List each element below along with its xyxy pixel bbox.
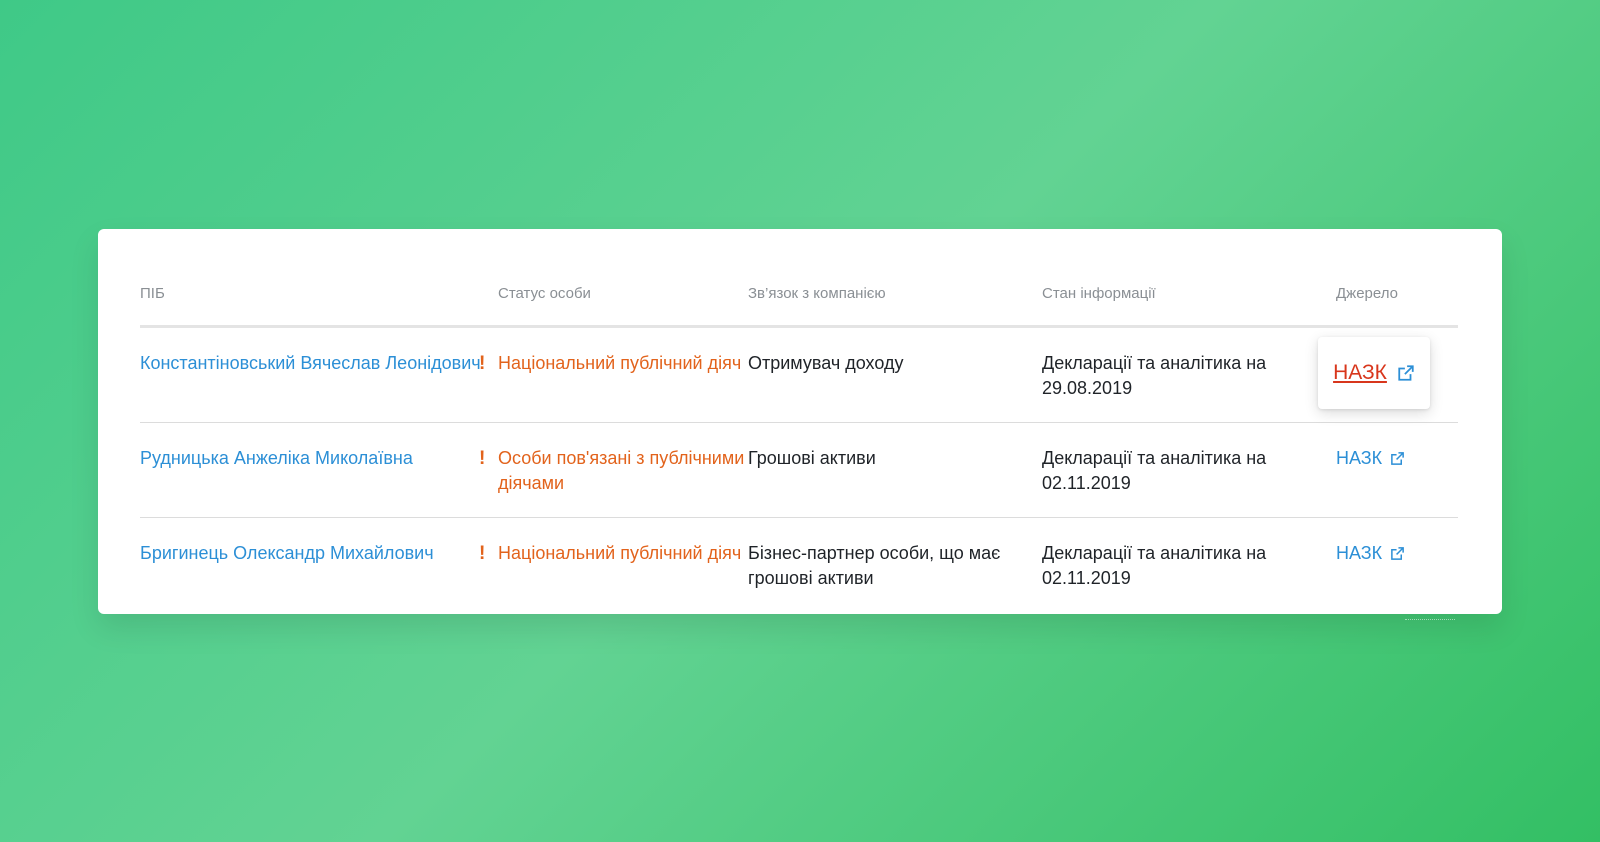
- person-name-link[interactable]: Бригинець Олександр Михайлович: [140, 543, 434, 563]
- relation-text: Грошові активи: [748, 448, 876, 468]
- source-label: НАЗК: [1333, 361, 1387, 384]
- header-relation: Зв’язок з компанією: [748, 285, 886, 302]
- state-text: Декларації та аналітика на 02.11.2019: [1042, 448, 1267, 493]
- status-text: Національний публічний діяч: [498, 353, 742, 373]
- exclamation-icon: !: [479, 448, 486, 469]
- state-text: Декларації та аналітика на 29.08.2019: [1042, 353, 1267, 398]
- status-label: ! Особи пов'язані з публічними діячами: [479, 446, 748, 496]
- source-label: НАЗК: [1336, 448, 1383, 468]
- header-name: ПІБ: [140, 285, 165, 302]
- external-link-icon: [1391, 452, 1405, 465]
- exclamation-icon: !: [479, 353, 486, 374]
- header-status: Статус особи: [498, 285, 591, 302]
- status-text: Особи пов'язані з публічними діячами: [498, 448, 745, 493]
- officials-table: ПІБ Статус особи Зв’язок з компанією Ста…: [140, 269, 1458, 612]
- source-link[interactable]: НАЗК: [1336, 541, 1405, 566]
- header-state: Стан інформації: [1042, 285, 1156, 302]
- state-text: Декларації та аналітика на 02.11.2019: [1042, 543, 1267, 588]
- person-name-link[interactable]: Константіновський Вячеслав Леонідович: [140, 353, 481, 373]
- status-label: ! Національний публічний діяч: [479, 351, 748, 376]
- divider: [1405, 619, 1455, 621]
- table-row: Рудницька Анжеліка Миколаївна ! Особи по…: [140, 423, 1458, 518]
- status-label: ! Національний публічний діяч: [479, 541, 748, 566]
- relation-text: Отримувач доходу: [748, 353, 904, 373]
- person-name-link[interactable]: Рудницька Анжеліка Миколаївна: [140, 448, 413, 468]
- source-link[interactable]: НАЗК: [1318, 337, 1430, 409]
- table-row: Бригинець Олександр Михайлович ! Націона…: [140, 518, 1458, 612]
- source-label: НАЗК: [1336, 543, 1383, 563]
- external-link-icon: [1391, 547, 1405, 560]
- exclamation-icon: !: [479, 543, 486, 564]
- table-row: Константіновський Вячеслав Леонідович ! …: [140, 328, 1458, 423]
- header-source: Джерело: [1336, 285, 1398, 302]
- status-text: Національний публічний діяч: [498, 543, 742, 563]
- external-link-icon: [1398, 365, 1414, 381]
- source-link[interactable]: НАЗК: [1336, 446, 1405, 471]
- relation-text: Бізнес-партнер особи, що має грошові акт…: [748, 543, 1001, 588]
- officials-card: ПІБ Статус особи Зв’язок з компанією Ста…: [98, 229, 1502, 620]
- table-header: ПІБ Статус особи Зв’язок з компанією Ста…: [140, 269, 1458, 328]
